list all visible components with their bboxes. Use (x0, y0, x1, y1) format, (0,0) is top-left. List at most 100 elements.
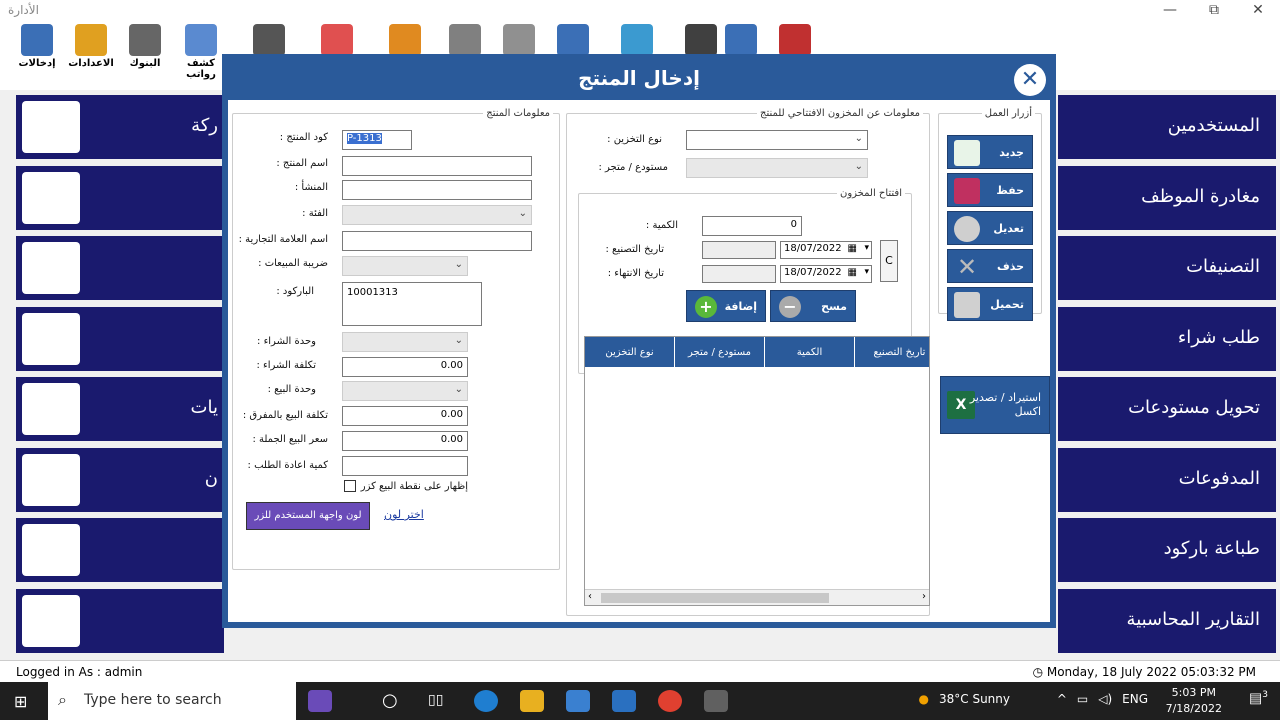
show-pos-checkbox[interactable] (344, 480, 356, 492)
windows-start-icon[interactable]: ⊞ (14, 692, 27, 711)
tile-left-5[interactable]: ن (16, 447, 224, 512)
mfg-date-picker[interactable]: 18/07/2022 ▦ ▾ (780, 241, 872, 259)
toolbar-item-9[interactable] (548, 24, 598, 58)
tile-left-3[interactable] (16, 306, 224, 371)
toolbar-item-8[interactable] (494, 24, 544, 58)
toolbar-item-1[interactable]: الاعدادات (66, 24, 116, 69)
language-indicator[interactable]: ENG (1122, 692, 1148, 706)
exp-date-picker[interactable]: 18/07/2022 ▦ ▾ (780, 265, 872, 283)
help-icon (725, 24, 757, 56)
side-menu-item-0[interactable]: المستخدمين (1058, 95, 1276, 159)
delete-button[interactable]: ✕ حذف (947, 249, 1033, 283)
side-menu-item-4[interactable]: تحويل مستودعات (1058, 377, 1276, 441)
grid-column-header[interactable]: الكمية (765, 337, 855, 367)
side-menu-item-3[interactable]: طلب شراء (1058, 306, 1276, 371)
sale-unit-label: : وحدة البيع (267, 384, 316, 395)
tile-left-7[interactable] (16, 588, 224, 653)
choose-color-link[interactable]: اختر لون (384, 508, 424, 521)
tile-label: ن (204, 467, 218, 489)
invoice-icon (22, 524, 80, 576)
dialog-close-icon[interactable]: ✕ (1014, 64, 1046, 96)
toolbar-item-2[interactable]: البنوك (120, 24, 170, 69)
purchase-unit-select[interactable]: ⌄ (342, 332, 468, 352)
reorder-qty-input[interactable] (342, 456, 468, 476)
window-controls: — ⧉ ✕ (1148, 0, 1280, 20)
purchase-cost-input[interactable]: 0.00 (342, 357, 468, 377)
toolbar-item-0[interactable]: إدخالات (12, 24, 62, 69)
toolbar-item-label: إدخالات (18, 58, 56, 69)
volume-icon[interactable]: ◁) (1098, 692, 1112, 706)
chevron-up-icon[interactable]: ^ (1057, 692, 1067, 706)
tile-left-0[interactable]: ركة (16, 95, 224, 159)
mail-icon[interactable] (612, 690, 636, 712)
sale-unit-select[interactable]: ⌄ (342, 381, 468, 401)
chrome-icon[interactable] (658, 690, 682, 712)
scroll-right-icon[interactable]: › (922, 591, 926, 602)
edge-icon[interactable] (474, 690, 498, 712)
quantity-input[interactable]: 0 (702, 216, 802, 236)
toolbar-item-12[interactable] (716, 24, 766, 58)
taskbar-search-input[interactable]: ⌕ Type here to search (48, 682, 296, 720)
new-button[interactable]: جديد (947, 135, 1033, 169)
close-window-button[interactable]: ✕ (1236, 0, 1280, 20)
stock-grid[interactable]: نوع التخزين مستودع / متجر الكمية تاريخ التص… (584, 336, 930, 606)
taskbar-clock[interactable]: 5:03 PM 7/18/2022 (1166, 685, 1222, 717)
grid-column-header[interactable]: مستودع / متجر (675, 337, 765, 367)
cortana-icon[interactable]: ○ (382, 690, 406, 712)
import-export-excel-button[interactable]: X استيراد / تصدير اكسل (940, 376, 1050, 434)
tile-left-1[interactable] (16, 165, 224, 230)
toolbar-item-4[interactable] (244, 24, 294, 58)
toolbar-item-5[interactable] (312, 24, 362, 58)
status-datetime: ◷ Monday, 18 July 2022 05:03:32 PM (1032, 665, 1256, 679)
warehouse-select[interactable]: ⌄ (686, 158, 868, 178)
task-view-icon[interactable]: ▯▯ (428, 690, 452, 712)
product-code-input[interactable]: P-1313 (342, 130, 412, 150)
grid-horizontal-scrollbar[interactable]: ‹ › (585, 589, 929, 605)
product-name-input[interactable] (342, 156, 532, 176)
category-select[interactable]: ⌄ (342, 205, 532, 225)
brand-input[interactable] (342, 231, 532, 251)
sales-tax-select[interactable]: ⌄ (342, 256, 468, 276)
staff-icon (449, 24, 481, 56)
toolbar-item-10[interactable] (612, 24, 662, 58)
quantity-label: : الكمية (645, 220, 678, 231)
tile-left-4[interactable]: يات (16, 377, 224, 441)
load-button[interactable]: تحميل (947, 287, 1033, 321)
weather-text[interactable]: 38°C Sunny (939, 692, 1010, 706)
storage-type-select[interactable]: ⌄ (686, 130, 868, 150)
network-icon[interactable]: ▭ (1077, 692, 1088, 706)
side-menu-item-1[interactable]: مغادرة الموظف (1058, 165, 1276, 230)
scroll-left-icon[interactable]: ‹ (588, 591, 592, 602)
restore-button[interactable]: ⧉ (1192, 0, 1236, 20)
ui-color-button[interactable]: لون واجهة المستخدم للزر (246, 502, 370, 530)
tile-left-2[interactable] (16, 236, 224, 300)
toolbar-item-3[interactable]: كشف رواتب (176, 24, 226, 80)
side-menu-item-5[interactable]: المدفوعات (1058, 447, 1276, 512)
toolbar-item-6[interactable] (380, 24, 430, 58)
grid-column-header[interactable]: نوع التخزين (585, 337, 675, 367)
origin-input[interactable] (342, 180, 532, 200)
retail-cost-input[interactable]: 0.00 (342, 406, 468, 426)
wholesale-price-input[interactable]: 0.00 (342, 431, 468, 451)
file-explorer-icon[interactable] (520, 690, 544, 712)
calendar-icon: ▦ (847, 267, 857, 278)
scroll-thumb[interactable] (601, 593, 829, 603)
notifications-icon[interactable]: ▤3 (1249, 690, 1268, 707)
add-stock-button[interactable]: + إضافة (686, 290, 766, 322)
minimize-button[interactable]: — (1148, 0, 1192, 20)
side-menu-item-7[interactable]: التقارير المحاسبية (1058, 588, 1276, 653)
toolbar-item-7[interactable] (440, 24, 490, 58)
barcode-textarea[interactable]: 10001313 (342, 282, 482, 326)
edit-button[interactable]: تعديل (947, 211, 1033, 245)
tile-left-6[interactable] (16, 518, 224, 582)
toolbar-item-13[interactable] (770, 24, 820, 58)
save-button[interactable]: حفظ (947, 173, 1033, 207)
side-menu-item-2[interactable]: التصنيفات (1058, 236, 1276, 300)
app-running-icon[interactable] (704, 690, 728, 712)
store-icon[interactable] (566, 690, 590, 712)
clear-stock-button[interactable]: − مسح (770, 290, 856, 322)
clear-dates-button[interactable]: C (880, 240, 898, 282)
side-menu-item-6[interactable]: طباعة باركود (1058, 518, 1276, 582)
grid-column-header[interactable]: تاريخ التصنيع (855, 337, 929, 367)
report-icon (557, 24, 589, 56)
